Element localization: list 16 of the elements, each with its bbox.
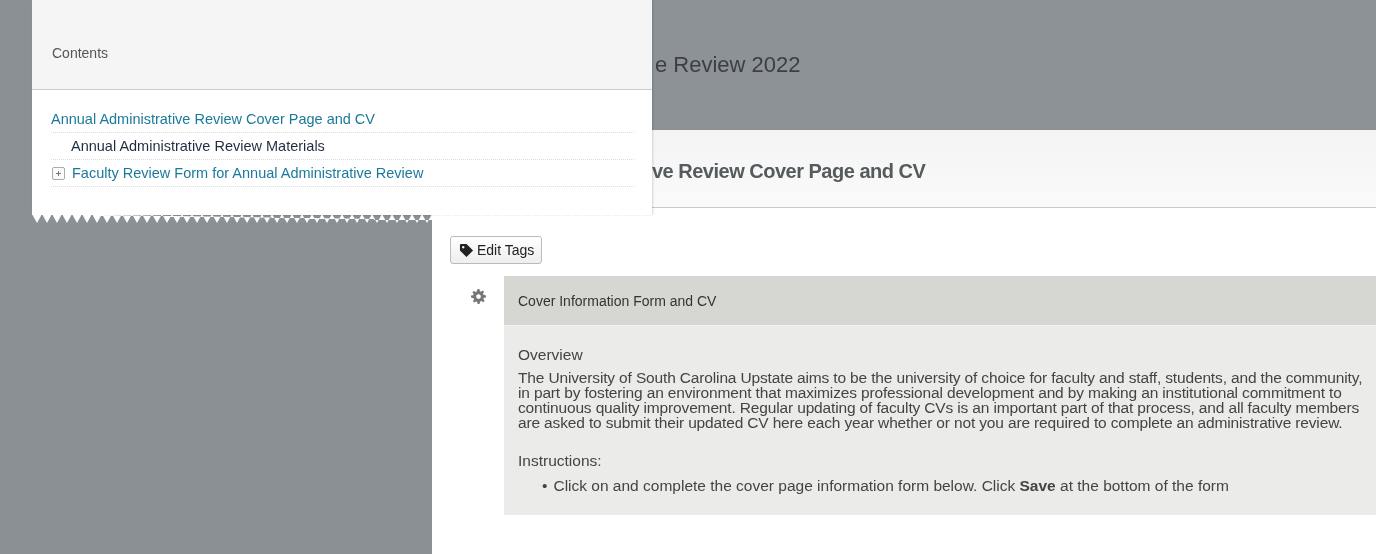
contents-link[interactable]: Faculty Review Form for Annual Administrative Review (72, 165, 424, 181)
section-heading: Overview (518, 346, 584, 364)
bullet: • (542, 476, 548, 495)
section-heading: Instructions: (518, 452, 603, 470)
form-title: Cover Information Form and CV (518, 293, 717, 309)
tag-icon (459, 242, 474, 258)
contents-link[interactable]: Annual Administrative Review Cover Page and CV (51, 111, 375, 127)
contents-link[interactable]: Annual Administrative Review Materials (71, 138, 325, 154)
expand-icon[interactable] (52, 166, 65, 180)
item-title: ve Review Cover Page and CV (652, 160, 926, 182)
contents-title: Contents (52, 45, 109, 61)
instruction-item: Click on and complete the cover page information form below. Click Save at the bottom of the form (553, 476, 1229, 495)
page-title: e Review 2022 (655, 52, 801, 77)
edit-tags-button[interactable]: Edit Tags (450, 236, 543, 264)
settings-icon[interactable] (471, 289, 486, 304)
overview-paragraph: The University of South Carolina Upstate aims to be the university of choice for faculty and staff, students, and the community, in part by fostering an environment that maximizes professional development and by making an institutional commitment to continuous quality improvement. Regular updating of faculty CVs is an important part of that process, and all faculty members are asked to submit their updated CV here each year whether or not you are required to complete an administrative review. (518, 370, 1364, 430)
